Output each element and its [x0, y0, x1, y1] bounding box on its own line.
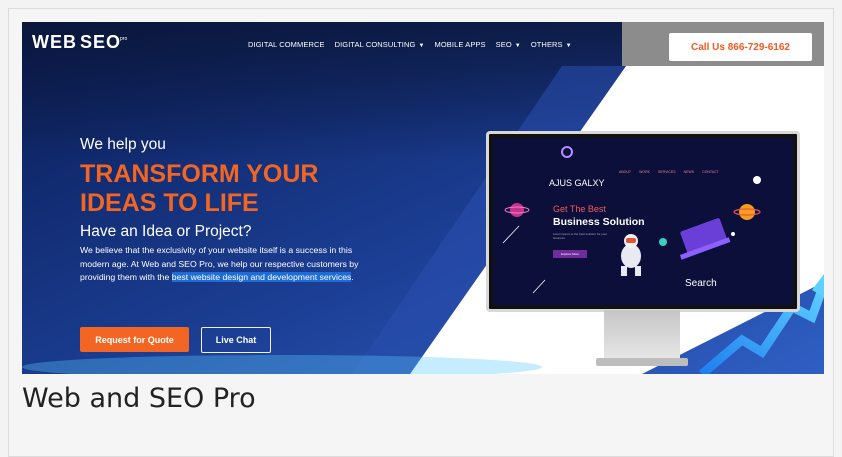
hero-subheading: Have an Idea or Project?	[80, 223, 252, 240]
monitor-mockup: AJUS GALXY ABOUT WORK SERVICES NEWS CONTACT …	[486, 131, 800, 312]
nav-item-label: DIGITAL COMMERCE	[248, 40, 325, 49]
chevron-down-icon: ▼	[565, 43, 572, 49]
hero-text-block: We help you TRANSFORM YOUR IDEAS TO LIFE…	[80, 136, 380, 285]
monitor-stand	[604, 310, 680, 362]
top-navigation: WEB SEO pro DIGITAL COMMERCE DIGITAL CONS…	[22, 22, 824, 66]
main-menu: DIGITAL COMMERCE DIGITAL CONSULTING ▼ MOBIL…	[248, 40, 572, 49]
screen-explore-button: Explore More	[553, 250, 587, 258]
hero-body-link[interactable]: best website design and development serv…	[171, 272, 352, 283]
svg-text:WEB: WEB	[32, 32, 77, 52]
screen-nav-item: NEWS	[683, 170, 695, 174]
screen-tagline-big: Business Solution	[553, 216, 645, 228]
nav-item-label: MOBILE APPS	[434, 40, 486, 49]
screen-nav-item: SERVICES	[657, 170, 676, 174]
screen-search-label: Search	[685, 278, 717, 289]
chevron-down-icon: ▼	[418, 43, 425, 49]
nav-item-others[interactable]: OTHERS ▼	[531, 40, 572, 49]
screen-nav: ABOUT WORK SERVICES NEWS CONTACT	[619, 170, 719, 174]
monitor-screen: AJUS GALXY ABOUT WORK SERVICES NEWS CONTACT …	[493, 138, 793, 305]
nav-item-label: DIGITAL CONSULTING	[334, 40, 416, 49]
hero-headline-line1: TRANSFORM YOUR	[80, 160, 319, 188]
screen-nav-item: CONTACT	[702, 170, 719, 174]
svg-text:SEO: SEO	[80, 32, 121, 52]
screen-tagline-small: Get The Best	[553, 204, 606, 214]
call-us-button[interactable]: Call Us 866-729-6162	[669, 33, 812, 61]
nav-item-mobile-apps[interactable]: MOBILE APPS	[435, 40, 486, 49]
brand-logo[interactable]: WEB SEO pro	[32, 31, 142, 53]
screen-body: Lorem ipsum is the best solution for you…	[553, 232, 608, 240]
chevron-down-icon: ▼	[514, 43, 521, 49]
screen-nav-item: ABOUT	[619, 170, 632, 174]
nav-item-label: OTHERS	[530, 40, 563, 49]
result-caption[interactable]: Web and SEO Pro	[22, 383, 256, 414]
screen-site-name: AJUS GALXY	[549, 178, 605, 188]
request-quote-button[interactable]: Request for Quote	[80, 327, 189, 352]
live-chat-button[interactable]: Live Chat	[201, 327, 271, 353]
nav-item-digital-consulting[interactable]: DIGITAL CONSULTING ▼	[335, 40, 425, 49]
hero-kicker: We help you	[80, 136, 166, 153]
hero-headline-line2: IDEAS TO LIFE	[80, 189, 259, 217]
hero-body-suffix: .	[351, 272, 354, 283]
nav-item-seo[interactable]: SEO ▼	[496, 40, 521, 49]
monitor-base	[596, 358, 688, 366]
nav-item-label: SEO	[495, 40, 512, 49]
hero-body: We believe that the exclusivity of your …	[80, 244, 380, 285]
nav-item-digital-commerce[interactable]: DIGITAL COMMERCE	[248, 40, 325, 49]
screen-nav-item: WORK	[639, 170, 650, 174]
website-screenshot[interactable]: WEB SEO pro DIGITAL COMMERCE DIGITAL CONS…	[22, 22, 824, 374]
svg-text:pro: pro	[120, 36, 127, 42]
